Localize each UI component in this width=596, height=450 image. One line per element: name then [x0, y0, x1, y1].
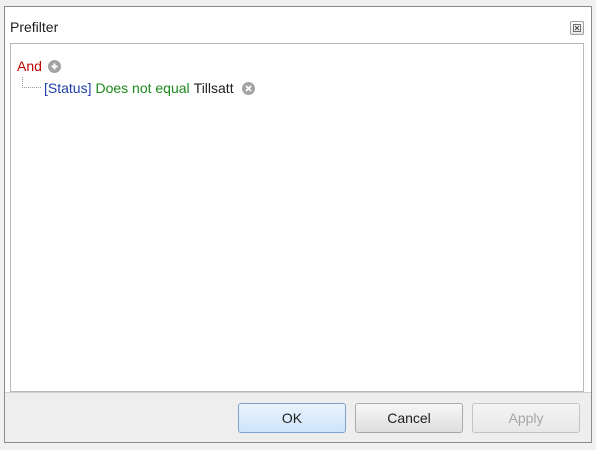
apply-button[interactable]: Apply: [472, 403, 580, 433]
close-button[interactable]: [570, 21, 584, 35]
group-operator[interactable]: And: [17, 58, 42, 74]
filter-group-row: And: [17, 58, 61, 74]
x-circle-icon: [244, 84, 252, 92]
dialog-title: Prefilter: [10, 19, 59, 35]
title-bar: Prefilter: [5, 7, 591, 42]
remove-condition-button[interactable]: [241, 81, 255, 95]
condition-value[interactable]: Tillsatt: [194, 80, 234, 96]
filter-condition-row: [Status] Does not equal Tillsatt: [44, 80, 255, 96]
condition-operator[interactable]: Does not equal: [95, 80, 189, 96]
cancel-button[interactable]: Cancel: [355, 403, 463, 433]
ok-button[interactable]: OK: [238, 403, 346, 433]
tree-connector: [22, 77, 41, 88]
add-condition-button[interactable]: [47, 59, 61, 73]
prefilter-dialog: Prefilter And [Status] Does not equal Ti…: [4, 6, 592, 443]
button-bar: OK Cancel Apply: [5, 392, 591, 442]
plus-circle-icon: [51, 63, 58, 69]
close-icon: [573, 24, 581, 32]
condition-field[interactable]: [Status]: [44, 80, 91, 96]
filter-editor-panel[interactable]: And [Status] Does not equal Tillsatt: [10, 43, 584, 392]
